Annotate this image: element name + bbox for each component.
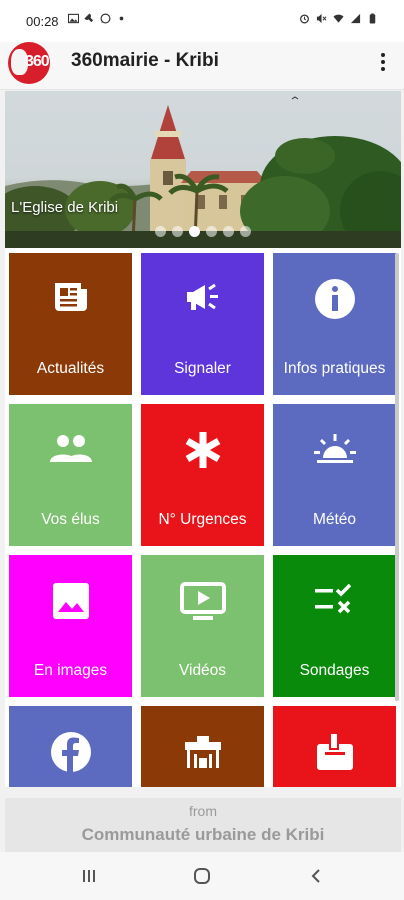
tile-boite[interactable] bbox=[273, 706, 396, 787]
tile-urgences[interactable]: N° Urgences bbox=[141, 404, 264, 546]
sunrise-icon bbox=[273, 428, 396, 472]
system-nav-bar bbox=[0, 852, 404, 900]
carousel-dot[interactable] bbox=[155, 226, 166, 237]
tile-label: Signaler bbox=[174, 360, 231, 377]
carousel-dot[interactable] bbox=[240, 226, 251, 237]
video-icon bbox=[141, 579, 264, 623]
status-left-icons bbox=[68, 13, 127, 24]
tile-infos-pratiques[interactable]: Infos pratiques bbox=[273, 253, 396, 395]
people-icon bbox=[9, 428, 132, 472]
logo-text: 360 bbox=[25, 53, 50, 70]
church-photo bbox=[5, 96, 401, 248]
image-carousel[interactable]: L'Eglise de Kribi bbox=[5, 91, 401, 248]
tile-sondages[interactable]: Sondages bbox=[273, 555, 396, 697]
mailbox-icon bbox=[273, 730, 396, 774]
app-title: 360mairie - Kribi bbox=[71, 50, 219, 71]
overflow-dot bbox=[381, 67, 385, 71]
image-icon bbox=[9, 579, 132, 623]
battery-icon bbox=[369, 13, 376, 24]
tile-label: Vidéos bbox=[178, 662, 227, 679]
tile-label: Météo bbox=[312, 511, 357, 528]
signal-icon bbox=[350, 13, 361, 24]
tile-label: Infos pratiques bbox=[283, 360, 386, 377]
footer-organization: Communauté urbaine de Kribi bbox=[81, 825, 325, 844]
overflow-dot bbox=[381, 60, 385, 64]
app-bar: 360 360mairie - Kribi bbox=[0, 42, 404, 90]
tile-facebook[interactable] bbox=[9, 706, 132, 787]
whatsapp-icon bbox=[100, 13, 111, 24]
tile-label: Sondages bbox=[299, 662, 370, 679]
facebook-icon bbox=[9, 730, 132, 774]
tile-label: En images bbox=[33, 662, 108, 679]
dot-icon bbox=[119, 16, 124, 21]
back-icon bbox=[311, 869, 320, 883]
poll-icon bbox=[273, 579, 396, 623]
home-button[interactable] bbox=[187, 864, 217, 888]
main-content[interactable]: L'Eglise de Kribi Actualités Signaler In… bbox=[5, 91, 401, 787]
carousel-dot[interactable] bbox=[206, 226, 217, 237]
tile-mairie[interactable] bbox=[141, 706, 264, 787]
recents-icon bbox=[83, 870, 95, 882]
tile-videos[interactable]: Vidéos bbox=[141, 555, 264, 697]
overflow-menu-button[interactable] bbox=[376, 50, 390, 74]
status-right-icons bbox=[299, 13, 378, 24]
footer-banner: from Communauté urbaine de Kribi bbox=[5, 798, 401, 852]
mute-icon bbox=[316, 13, 327, 24]
carousel-dot-active[interactable] bbox=[189, 226, 200, 237]
alarm-icon bbox=[300, 14, 309, 24]
tile-label: Vos élus bbox=[41, 511, 100, 528]
tile-label: Actualités bbox=[36, 360, 105, 377]
status-bar: 00:28 bbox=[0, 0, 404, 42]
app-logo: 360 bbox=[8, 42, 50, 84]
home-icon bbox=[194, 868, 210, 884]
carousel-caption: L'Eglise de Kribi bbox=[11, 199, 119, 216]
carousel-dot[interactable] bbox=[223, 226, 234, 237]
gallery-icon bbox=[68, 13, 79, 24]
tile-label: N° Urgences bbox=[158, 511, 247, 528]
scrollbar[interactable] bbox=[395, 253, 399, 701]
megaphone-icon bbox=[141, 277, 264, 321]
recents-button[interactable] bbox=[74, 864, 104, 888]
back-button[interactable] bbox=[301, 864, 331, 888]
asterisk-icon bbox=[141, 428, 264, 472]
tile-vos-elus[interactable]: Vos élus bbox=[9, 404, 132, 546]
newspaper-icon bbox=[9, 277, 132, 321]
tile-en-images[interactable]: En images bbox=[9, 555, 132, 697]
info-icon bbox=[273, 277, 396, 321]
overflow-dot bbox=[381, 53, 385, 57]
carousel-pagination bbox=[155, 226, 251, 237]
tile-meteo[interactable]: Météo bbox=[273, 404, 396, 546]
cast-icon bbox=[84, 13, 94, 23]
tile-actualites[interactable]: Actualités bbox=[9, 253, 132, 395]
tile-signaler[interactable]: Signaler bbox=[141, 253, 264, 395]
status-time: 00:28 bbox=[26, 14, 59, 29]
building-icon bbox=[141, 730, 264, 774]
footer-from: from bbox=[189, 803, 217, 819]
wifi-icon bbox=[333, 14, 344, 23]
carousel-dot[interactable] bbox=[172, 226, 183, 237]
